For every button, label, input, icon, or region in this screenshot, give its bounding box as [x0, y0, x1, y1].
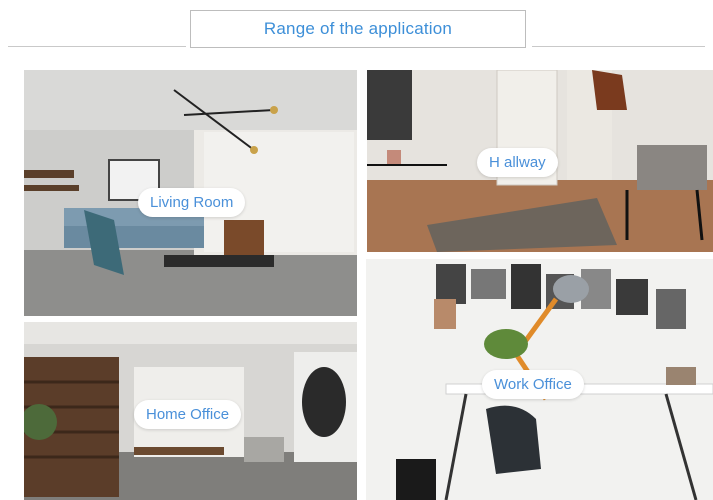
hallway-label: H allway: [477, 148, 558, 177]
work-office-label: Work Office: [482, 370, 584, 399]
hallway-photo: H allway: [367, 70, 713, 252]
home-office-label: Home Office: [134, 400, 242, 429]
living-room-label: Living Room: [138, 188, 246, 217]
home-office-photo: Home Office: [24, 322, 357, 500]
work-office-photo: Work Office: [366, 259, 713, 500]
living-room-photo: Living Room: [24, 70, 357, 316]
header-divider-right: [532, 46, 705, 47]
header-divider-left: [8, 46, 186, 47]
page-title: Range of the application: [190, 10, 526, 48]
